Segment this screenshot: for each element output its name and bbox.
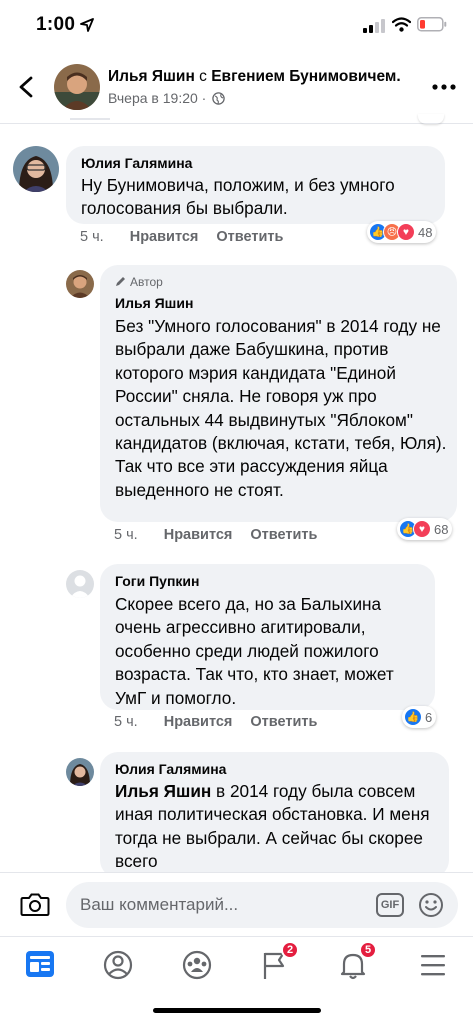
post-time: Вчера в 19:20 ·: [108, 90, 207, 106]
gif-label: GIF: [380, 899, 400, 911]
emoji-icon[interactable]: [418, 892, 444, 918]
tab-profile[interactable]: [98, 945, 138, 985]
comment-time: 5 ч.: [114, 527, 138, 543]
post-tagged-name[interactable]: Евгением Бунимовичем.: [211, 68, 400, 85]
commenter-avatar[interactable]: [13, 146, 59, 192]
comment-placeholder: Ваш комментарий...: [80, 895, 239, 914]
notifications-badge: 5: [359, 941, 377, 959]
tab-pages[interactable]: 2: [255, 941, 299, 985]
groups-icon: [182, 950, 212, 980]
menu-icon: [421, 955, 445, 976]
reactions-count: 6: [425, 709, 433, 725]
news-feed-icon: [26, 951, 54, 977]
post-header: Илья Яшин с Евгением Бунимовичем. Вчера …: [0, 50, 473, 124]
profile-icon: [103, 950, 133, 980]
reply-button[interactable]: Ответить: [216, 229, 283, 245]
tab-groups[interactable]: [177, 945, 217, 985]
reply-button[interactable]: Ответить: [250, 714, 317, 730]
author-avatar[interactable]: [54, 64, 100, 110]
post-connector: с: [199, 68, 207, 85]
pencil-icon: [116, 277, 125, 286]
comment-text: Без "Умного голосования" в 2014 году не …: [115, 316, 447, 500]
reactions-summary[interactable]: 👍 ♥ 68: [397, 518, 453, 540]
reply-avatar[interactable]: [66, 570, 94, 598]
tab-menu[interactable]: [413, 945, 453, 985]
like-button[interactable]: Нравится: [164, 527, 233, 543]
back-chevron-icon[interactable]: [18, 76, 34, 98]
comment-composer: Ваш комментарий... GIF: [0, 872, 473, 936]
like-reaction-icon: 👍: [404, 708, 422, 726]
mention-link[interactable]: Илья Яшин: [115, 781, 211, 801]
camera-icon[interactable]: [20, 891, 50, 917]
post-title: Илья Яшин с Евгением Бунимовичем.: [108, 68, 401, 86]
battery-icon: [417, 17, 447, 32]
comment-text: Илья Яшин в 2014 году была совсем иная п…: [115, 780, 440, 874]
comment-actions: 5 ч. Нравится Ответить: [114, 714, 317, 730]
like-button[interactable]: Нравится: [164, 714, 233, 730]
comment-author[interactable]: Юлия Галямина: [81, 155, 192, 171]
location-arrow-icon: [80, 18, 94, 32]
reply-avatar[interactable]: [66, 270, 94, 298]
reply-bubble[interactable]: Автор Илья Яшин Без "Умного голосования"…: [100, 265, 457, 522]
comment-actions: 5 ч. Нравится Ответить: [80, 229, 283, 245]
love-reaction-icon: ♥: [397, 223, 415, 241]
love-reaction-icon: ♥: [413, 520, 431, 538]
gif-button[interactable]: GIF: [376, 893, 404, 917]
tab-news-feed[interactable]: [20, 945, 60, 985]
post-author-name[interactable]: Илья Яшин: [108, 68, 195, 85]
like-button[interactable]: Нравится: [130, 229, 199, 245]
reactions-count: 68: [434, 521, 449, 537]
globe-icon: [212, 92, 225, 105]
default-avatar-icon: [70, 575, 90, 598]
reply-button[interactable]: Ответить: [250, 527, 317, 543]
comment-text: Скорее всего да, но за Балыхина очень аг…: [115, 594, 394, 708]
reply-bubble[interactable]: Гоги Пупкин Скорее всего да, но за Балых…: [100, 564, 435, 710]
wifi-icon: [392, 17, 411, 32]
divider: [70, 118, 110, 120]
post-time-row: Вчера в 19:20 ·: [108, 90, 225, 106]
tab-notifications[interactable]: 5: [333, 941, 377, 985]
reply-avatar[interactable]: [66, 758, 94, 786]
pages-badge: 2: [281, 941, 299, 959]
status-bar: 1:00: [0, 0, 473, 50]
author-badge-label: Автор: [130, 275, 163, 289]
signal-icon: [363, 19, 385, 33]
reactions-summary[interactable]: 👍 6: [402, 706, 437, 728]
author-badge: Автор: [115, 275, 163, 289]
comment-author[interactable]: Гоги Пупкин: [115, 573, 200, 589]
comment-time: 5 ч.: [80, 229, 104, 245]
comment-input[interactable]: Ваш комментарий... GIF: [66, 882, 458, 928]
comment-author[interactable]: Илья Яшин: [115, 295, 193, 311]
reaction-pill-remnant: [418, 114, 444, 124]
comment-actions: 5 ч. Нравится Ответить: [114, 527, 317, 543]
status-time: 1:00: [36, 14, 76, 35]
comment-bubble[interactable]: Юлия Галямина Ну Бунимовича, положим, и …: [66, 146, 445, 224]
comment-time: 5 ч.: [114, 714, 138, 730]
reactions-count: 48: [418, 224, 433, 240]
comment-author[interactable]: Юлия Галямина: [115, 761, 226, 777]
comment-text: Ну Бунимовича, положим, и без умного гол…: [81, 175, 395, 219]
reactions-summary[interactable]: 👍 😠 ♥ 48: [367, 221, 437, 243]
reply-bubble[interactable]: Юлия Галямина Илья Яшин в 2014 году была…: [100, 752, 449, 878]
home-indicator: [153, 1008, 321, 1013]
more-options-icon[interactable]: [432, 84, 456, 90]
